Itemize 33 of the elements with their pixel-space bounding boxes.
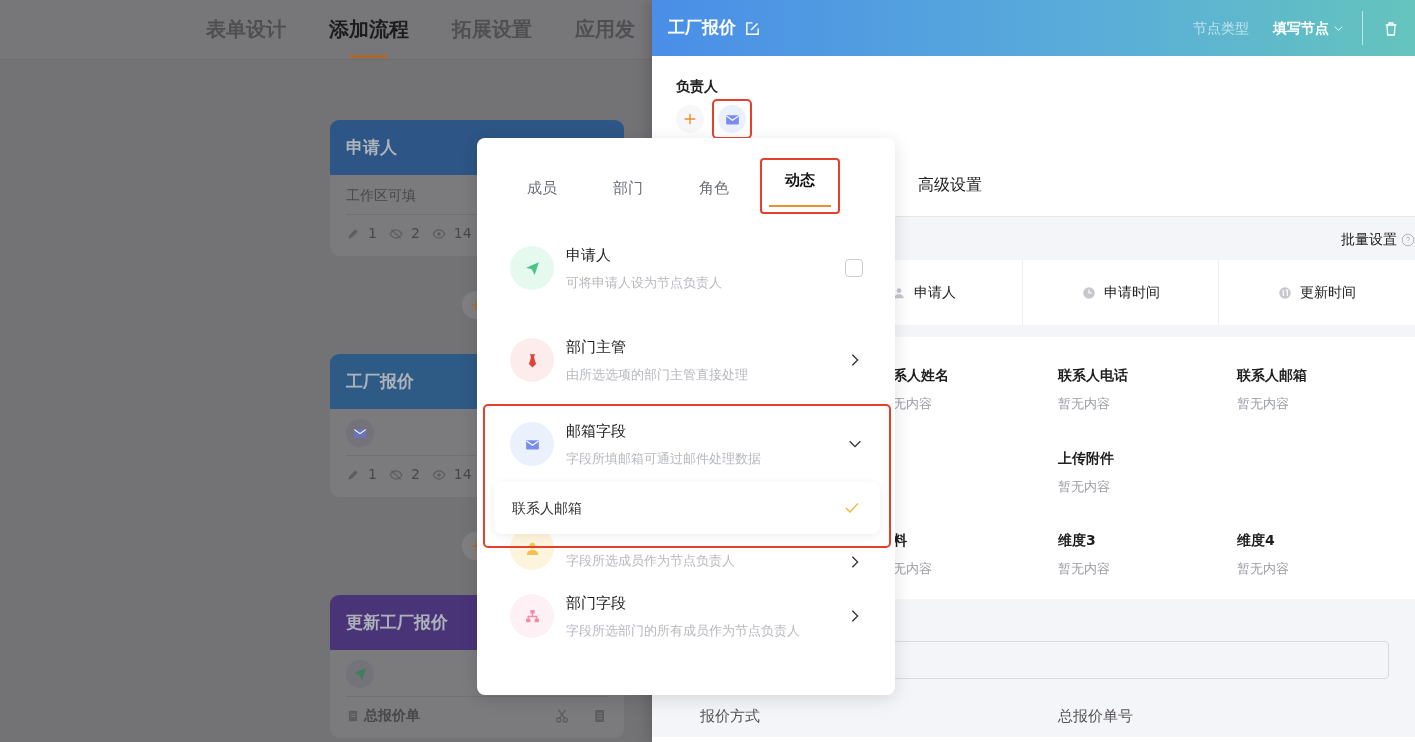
field-label: 联系人电话 (1058, 366, 1129, 385)
field-label: 维度4 (1237, 531, 1276, 550)
field-value: 无内容 (893, 395, 933, 413)
owner-label: 负责人 (676, 77, 719, 96)
option-title: 部门字段 (566, 593, 627, 614)
field-label: 上传附件 (1058, 448, 1115, 468)
field-value: 暂无内容 (1058, 477, 1111, 496)
drawer-title: 工厂报价 (668, 16, 736, 40)
node-type-label: 节点类型 (1193, 18, 1249, 38)
field-label: 系人姓名 (893, 366, 950, 385)
system-field-label: 申请人 (913, 283, 956, 302)
node-title: 工厂报价 (346, 369, 414, 393)
option-title: 邮箱字段 (566, 421, 627, 442)
option-title: 部门主管 (566, 337, 627, 358)
field-value: 暂无内容 (1058, 560, 1111, 578)
option-description: 字段所选部门的所有成员作为节点负责人 (566, 621, 801, 640)
option-description: 字段所选成员作为节点负责人 (566, 551, 736, 570)
field-label: 报价方式 (700, 705, 761, 727)
field-value: 暂无内容 (1058, 395, 1111, 413)
option-description: 由所选选项的部门主管直接处理 (566, 365, 749, 384)
field-value: 暂无内容 (1237, 560, 1290, 578)
field-value: 暂无内容 (1237, 395, 1290, 413)
field-value: 无内容 (893, 560, 933, 578)
field-label: 总报价单号 (1057, 705, 1134, 727)
system-field-label: 申请时间 (1103, 283, 1160, 302)
option-description: 可将申请人设为节点负责人 (566, 273, 723, 292)
option-description: 字段所填邮箱可通过邮件处理数据 (566, 449, 762, 468)
option-title: 申请人 (566, 245, 612, 266)
field-label: 维度3 (1058, 531, 1097, 550)
node-title: 申请人 (346, 135, 397, 159)
system-field-label: 更新时间 (1300, 283, 1357, 302)
field-label: 联系人邮箱 (1237, 366, 1308, 385)
node-title: 更新工厂报价 (346, 610, 448, 634)
